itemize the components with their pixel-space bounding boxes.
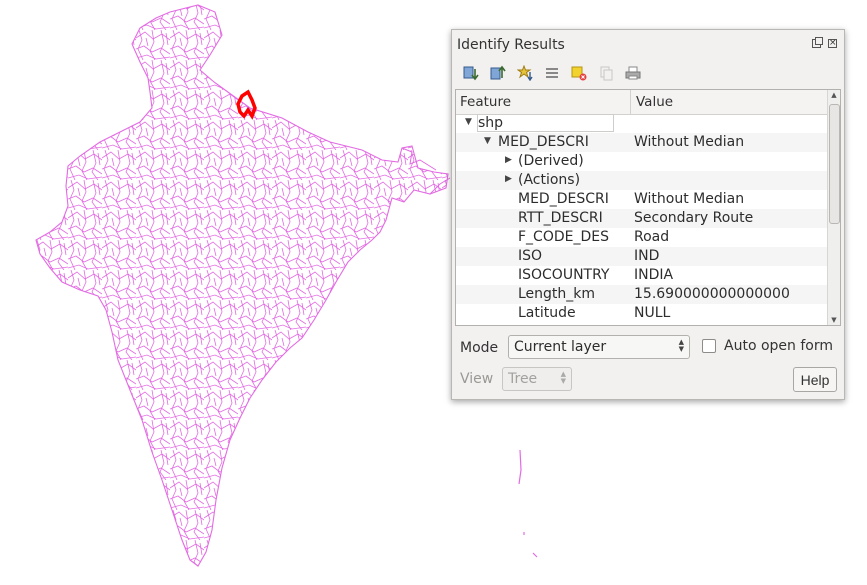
attribute-row[interactable]: F_CODE_DES Road bbox=[456, 228, 828, 247]
select-arrows-icon: ▲ ▼ bbox=[560, 370, 566, 385]
actions-row[interactable]: ▶ (Actions) bbox=[456, 171, 828, 190]
attribute-row[interactable]: ISOCOUNTRY INDIA bbox=[456, 266, 828, 285]
auto-open-label[interactable]: Auto open form bbox=[724, 338, 833, 354]
float-icon[interactable] bbox=[812, 37, 823, 48]
attribute-name: MED_DESCRI bbox=[518, 191, 609, 207]
attribute-row[interactable]: Length_km 15.690000000000000 bbox=[456, 285, 828, 304]
feature-row[interactable]: ▼ MED_DESCRI Without Median bbox=[456, 133, 828, 152]
derived-row[interactable]: ▶ (Derived) bbox=[456, 152, 828, 171]
collapsed-arrow-icon[interactable]: ▶ bbox=[505, 174, 512, 184]
tree-rows: ▼ shp ▼ MED_DESCRI Without Median ▶ (Der… bbox=[456, 114, 828, 323]
mode-select[interactable]: Current layer ▲ ▼ bbox=[508, 335, 690, 359]
view-select[interactable]: Tree ▲ ▼ bbox=[502, 367, 572, 391]
attribute-name: Latitude bbox=[518, 305, 576, 321]
actions-label: (Actions) bbox=[518, 172, 581, 188]
feature-column-header[interactable]: Feature bbox=[460, 94, 511, 110]
collapse-tree-icon[interactable] bbox=[489, 64, 507, 82]
derived-label: (Derived) bbox=[518, 153, 584, 169]
view-selected-value: Tree bbox=[508, 371, 538, 387]
column-divider[interactable] bbox=[630, 90, 631, 114]
attribute-row[interactable]: Latitude NULL bbox=[456, 304, 828, 323]
clear-results-icon[interactable] bbox=[570, 64, 588, 82]
layer-name: shp bbox=[476, 114, 615, 132]
results-tree[interactable]: Feature Value ▼ shp ▼ MED_DESCRI Without… bbox=[455, 89, 841, 326]
attribute-value: Road bbox=[634, 229, 670, 245]
attribute-value: INDIA bbox=[634, 267, 674, 283]
select-all-icon[interactable] bbox=[543, 64, 561, 82]
tree-header: Feature Value bbox=[456, 90, 828, 115]
attribute-value: IND bbox=[634, 248, 660, 264]
panel-title: Identify Results bbox=[457, 37, 565, 53]
panel-title-bar[interactable]: Identify Results × bbox=[452, 30, 844, 60]
print-icon[interactable] bbox=[624, 64, 642, 82]
auto-open-checkbox[interactable] bbox=[702, 339, 716, 353]
attribute-row[interactable]: RTT_DESCRI Secondary Route bbox=[456, 209, 828, 228]
attribute-value: NULL bbox=[634, 305, 671, 321]
layer-row[interactable]: ▼ shp bbox=[456, 114, 828, 133]
attribute-value: Secondary Route bbox=[634, 210, 754, 226]
attribute-value: Without Median bbox=[634, 191, 745, 207]
feature-value: Without Median bbox=[634, 134, 745, 150]
copy-icon[interactable] bbox=[597, 64, 615, 82]
mode-selected-value: Current layer bbox=[514, 339, 607, 355]
mode-label: Mode bbox=[460, 340, 499, 356]
attribute-row[interactable]: ISO IND bbox=[456, 247, 828, 266]
attribute-name: ISO bbox=[518, 248, 543, 264]
scrollbar-thumb[interactable] bbox=[829, 104, 840, 224]
view-label: View bbox=[460, 371, 494, 387]
attribute-name: ISOCOUNTRY bbox=[518, 267, 610, 283]
value-column-header[interactable]: Value bbox=[636, 94, 673, 110]
identify-results-panel: Identify Results × Feature Value ▼ shp ▼… bbox=[451, 29, 845, 400]
attribute-row[interactable]: MED_DESCRI Without Median bbox=[456, 190, 828, 209]
expand-new-results-icon[interactable] bbox=[516, 64, 534, 82]
scroll-down-icon[interactable]: ▼ bbox=[828, 316, 840, 324]
close-icon[interactable]: × bbox=[828, 39, 837, 48]
feature-label: MED_DESCRI bbox=[498, 134, 589, 150]
select-arrows-icon: ▲ ▼ bbox=[678, 338, 684, 353]
help-button[interactable]: Help bbox=[793, 367, 837, 392]
vertical-scrollbar[interactable]: ▲ ▼ bbox=[827, 90, 840, 325]
expanded-arrow-icon[interactable]: ▼ bbox=[484, 136, 491, 146]
expand-tree-icon[interactable] bbox=[462, 64, 480, 82]
attribute-name: Length_km bbox=[518, 286, 596, 302]
attribute-name: F_CODE_DES bbox=[518, 229, 609, 245]
collapsed-arrow-icon[interactable]: ▶ bbox=[505, 155, 512, 165]
attribute-name: RTT_DESCRI bbox=[518, 210, 603, 226]
attribute-value: 15.690000000000000 bbox=[634, 286, 790, 302]
scroll-up-icon[interactable]: ▲ bbox=[828, 91, 840, 99]
expanded-arrow-icon[interactable]: ▼ bbox=[465, 117, 472, 127]
